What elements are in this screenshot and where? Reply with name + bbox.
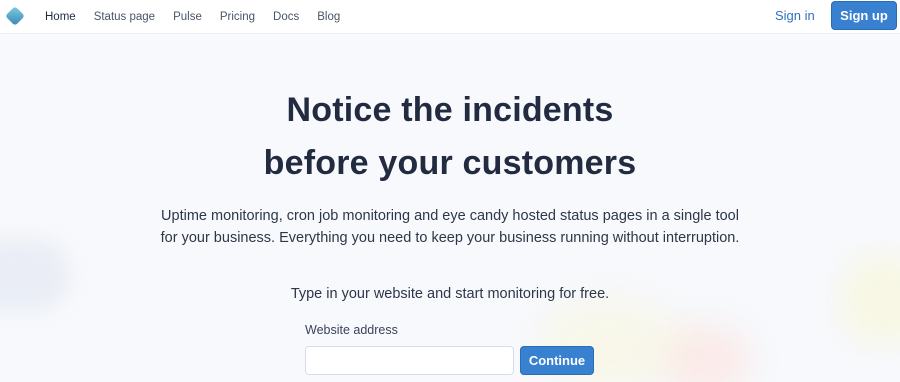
main-nav: Home Status page Pulse Pricing Docs Blog [45,0,358,34]
bg-blob [660,325,750,382]
hero-title-line-2: before your customers [263,144,637,182]
top-navbar: Home Status page Pulse Pricing Docs Blog… [0,0,900,34]
website-address-input[interactable] [305,346,514,375]
nav-link-pulse[interactable]: Pulse [173,11,202,23]
nav-link-status-page[interactable]: Status page [94,11,155,23]
sign-in-link[interactable]: Sign in [775,8,815,23]
diamond-logo-icon[interactable] [4,5,26,27]
hero-title: Notice the incidents before your custome… [0,84,900,190]
background-decoration [0,0,900,382]
website-address-label: Website address [305,323,398,337]
nav-link-home[interactable]: Home [45,11,76,23]
nav-link-docs[interactable]: Docs [273,11,299,23]
cta-text: Type in your website and start monitorin… [290,286,610,302]
sign-up-button[interactable]: Sign up [831,1,897,30]
nav-link-blog[interactable]: Blog [317,11,340,23]
hero-description: Uptime monitoring, cron job monitoring a… [160,208,740,246]
continue-button[interactable]: Continue [520,346,594,375]
nav-link-pricing[interactable]: Pricing [220,11,255,23]
hero-title-line-1: Notice the incidents [286,91,614,129]
